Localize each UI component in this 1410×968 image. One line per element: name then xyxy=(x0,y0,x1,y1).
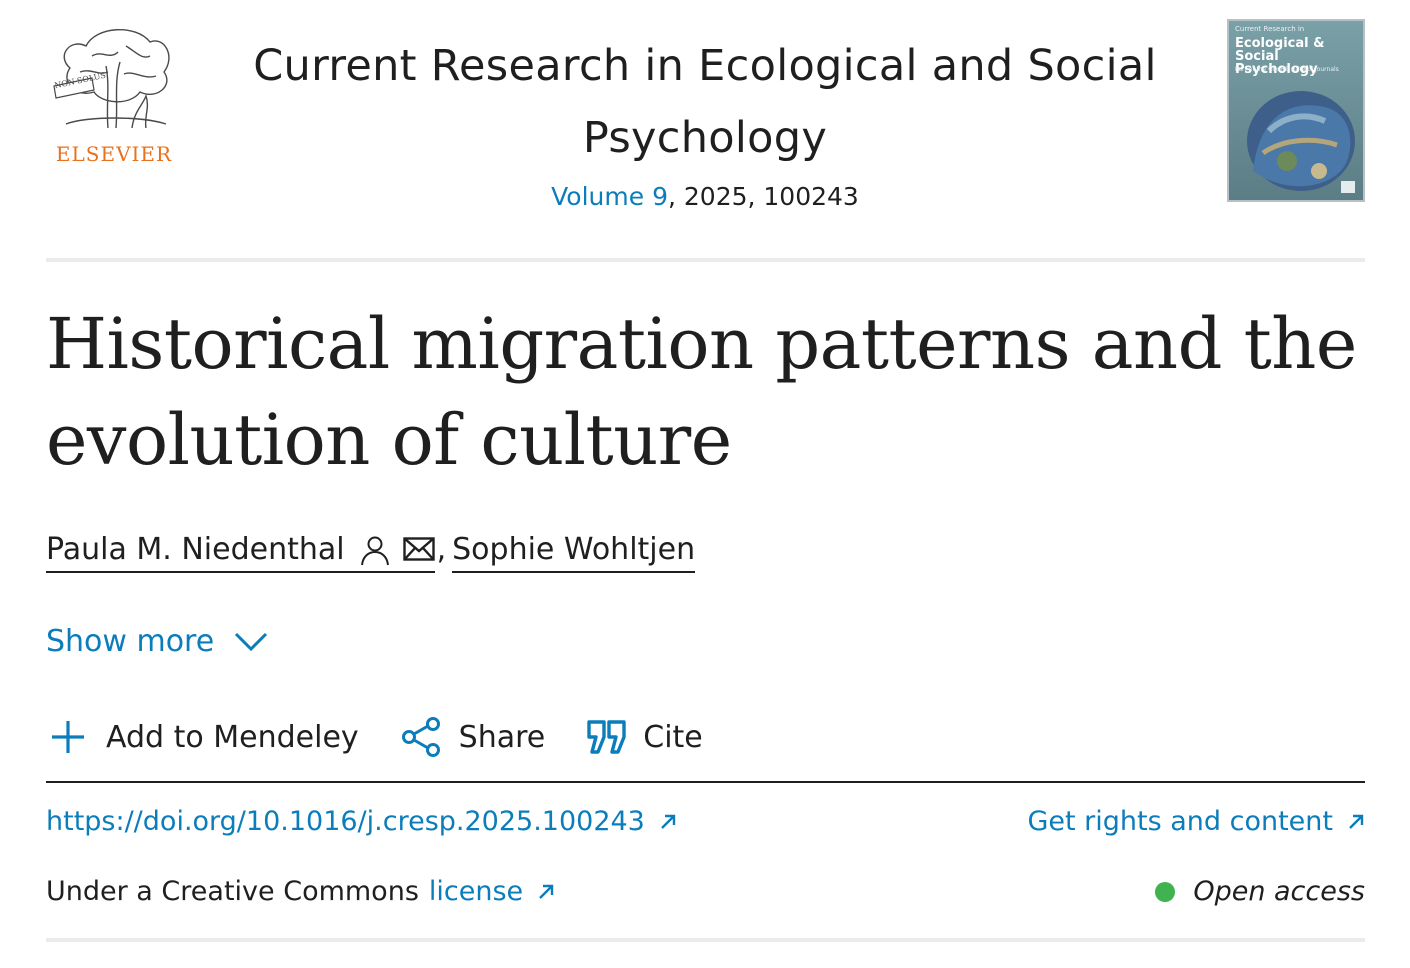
journal-info: Current Research in Ecological and Socia… xyxy=(210,30,1200,211)
journal-title-link[interactable]: Current Research in Ecological and Socia… xyxy=(210,30,1200,174)
open-access-label: Open access xyxy=(1193,876,1365,907)
envelope-icon xyxy=(402,536,435,561)
external-link-arrow-icon xyxy=(539,884,554,899)
license-link[interactable]: license xyxy=(429,876,555,907)
open-access-dot-icon xyxy=(1155,881,1176,902)
share-button[interactable]: Share xyxy=(401,716,546,758)
header-divider xyxy=(46,258,1365,262)
author-list: Paula M. Niedenthal , Sophie Wohltjen xyxy=(46,532,696,578)
doi-link[interactable]: https://doi.org/10.1016/j.cresp.2025.100… xyxy=(46,806,677,837)
person-icon xyxy=(360,536,389,565)
mendeley-label: Add to Mendeley xyxy=(106,719,359,755)
cite-label: Cite xyxy=(643,719,703,755)
article-title: Historical migration patterns and the ev… xyxy=(46,303,1357,481)
issue-details: , 2025, 100243 xyxy=(667,182,859,211)
cite-button[interactable]: Cite xyxy=(587,720,703,755)
author-link-wohltjen[interactable]: Sophie Wohltjen xyxy=(452,532,696,573)
quote-icon xyxy=(587,720,626,754)
plus-icon xyxy=(52,721,84,753)
elsevier-logo[interactable]: NON SOLUS ELSEVIER xyxy=(46,16,182,168)
cover-top-text: Current Research in xyxy=(1235,25,1305,33)
author-link-niedenthal[interactable]: Paula M. Niedenthal xyxy=(46,532,435,573)
chevron-down-icon xyxy=(235,632,268,651)
author-name: Paula M. Niedenthal xyxy=(46,532,345,567)
share-label: Share xyxy=(458,719,546,755)
cover-subtitle: Part of the COnRE suite of journals xyxy=(1235,66,1339,73)
article-toolbar: Add to Mendeley Share Cite xyxy=(46,714,745,760)
rights-text: Get rights and content xyxy=(1027,806,1333,837)
doi-text: https://doi.org/10.1016/j.cresp.2025.100… xyxy=(46,806,645,837)
license-link-text: license xyxy=(428,876,524,907)
toolbar-divider xyxy=(46,781,1365,783)
open-access-badge: Open access xyxy=(1155,876,1365,907)
author-name: Sophie Wohltjen xyxy=(452,532,696,567)
rights-and-content-link[interactable]: Get rights and content xyxy=(1027,806,1365,837)
license-statement: Under a Creative Commons license xyxy=(46,876,555,907)
share-icon xyxy=(401,717,440,757)
license-prefix: Under a Creative Commons xyxy=(46,876,419,907)
external-link-arrow-icon xyxy=(1349,814,1364,829)
journal-issue-info: Volume 9, 2025, 100243 xyxy=(210,182,1200,211)
publisher-name: ELSEVIER xyxy=(55,142,173,166)
show-more-label: Show more xyxy=(46,624,215,659)
article-header: NON SOLUS ELSEVIER Current Research in E… xyxy=(0,0,1410,262)
show-more-button[interactable]: Show more xyxy=(46,624,268,659)
add-to-mendeley-button[interactable]: Add to Mendeley xyxy=(46,715,359,759)
tree-logo-icon xyxy=(53,29,170,129)
external-link-arrow-icon xyxy=(661,814,676,829)
volume-link[interactable]: Volume 9 xyxy=(551,182,668,211)
bottom-divider xyxy=(46,938,1365,942)
journal-cover-image[interactable]: Current Research in Ecological & Social … xyxy=(1227,19,1365,202)
author-separator: , xyxy=(436,532,447,567)
